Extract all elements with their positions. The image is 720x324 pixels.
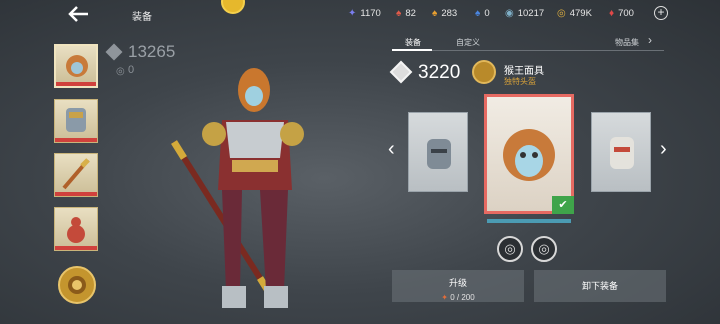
slot-helmet[interactable] (54, 44, 98, 88)
upgrade-cost-value: 0 / 200 (450, 293, 475, 302)
add-currency-button[interactable]: + (654, 6, 668, 20)
swirl-icon: ◎ (116, 66, 125, 77)
power-diamond-icon (105, 43, 123, 61)
power-diamond-icon (389, 60, 413, 84)
chevron-right-icon[interactable]: › (648, 33, 652, 47)
resource-swirl-coin[interactable]: ◉ 10217 (505, 8, 544, 19)
tab-equipment[interactable]: 装备 (405, 37, 421, 48)
resource-gold-coin[interactable]: ◎ 479K (557, 8, 592, 19)
resource-value: 479K (569, 8, 592, 19)
blue-star-icon: ✦ (348, 7, 357, 19)
back-arrow-icon[interactable] (66, 4, 90, 24)
resource-value: 10217 (517, 8, 545, 19)
lion-emblem-icon[interactable] (58, 266, 96, 304)
resource-value: 0 (484, 8, 490, 19)
monkey-king-mask-icon (503, 129, 555, 181)
lion-badge-icon (472, 60, 496, 84)
resource-value: 82 (405, 8, 416, 19)
tab-active-indicator (392, 49, 432, 51)
resource-value: 1170 (360, 8, 381, 19)
armor-icon (66, 108, 86, 132)
gourd-icon (67, 217, 85, 243)
ember-icon: ✦ (441, 293, 448, 302)
unequip-button[interactable]: 卸下装备 (534, 270, 666, 302)
equipped-check-icon: ✔ (552, 196, 574, 214)
character-model[interactable] (160, 58, 310, 320)
resource-blue-flame[interactable]: ♠ 0 (475, 8, 490, 19)
gold-coin-icon: ◎ (557, 7, 566, 19)
page-title: 装备 (132, 12, 152, 23)
perk-swirl-icon[interactable]: ◎ (531, 236, 557, 262)
monkey-mask-icon (66, 55, 88, 77)
upgrade-button[interactable]: 升级 ✦ 0 / 200 (392, 270, 524, 302)
swirl-coin-icon: ◉ (505, 7, 514, 19)
item-rarity: 独特头盔 (504, 77, 536, 86)
resource-value: 283 (441, 8, 458, 19)
resource-red-gem[interactable]: ♦ 700 (609, 8, 634, 19)
resource-blue-star[interactable]: ✦ 1170 (348, 8, 381, 19)
item-name: 猴王面具 (504, 66, 544, 77)
upgrade-cost: ✦ 0 / 200 (392, 293, 524, 302)
item-card-prev[interactable] (408, 112, 468, 192)
orange-flame-icon: ♠ (432, 7, 438, 19)
slot-armor[interactable] (54, 99, 98, 143)
tab-customize[interactable]: 自定义 (456, 37, 480, 48)
upgrade-label: 升级 (448, 278, 467, 288)
red-flame-icon: ♠ (396, 7, 402, 19)
red-gem-icon: ♦ (609, 7, 615, 19)
slot-ranged[interactable] (54, 207, 98, 251)
tab-divider (392, 50, 664, 51)
chevron-left-icon[interactable]: ‹ (388, 138, 395, 161)
resource-red-flame[interactable]: ♠ 82 (396, 8, 416, 19)
selection-bar (487, 219, 571, 223)
sub-power: 0 (128, 64, 135, 76)
chevron-right-icon[interactable]: › (660, 138, 667, 161)
item-card-next[interactable] (591, 112, 651, 192)
perk-swirl-icon[interactable]: ◎ (497, 236, 523, 262)
blue-flame-icon: ♠ (475, 7, 481, 19)
resource-value: 700 (618, 8, 634, 19)
steel-helmet-icon (427, 139, 451, 169)
tab-item-sets[interactable]: 物品集 (615, 37, 639, 48)
item-card-selected[interactable]: ✔ (484, 94, 574, 223)
item-power: 3220 (418, 62, 461, 83)
resource-orange-flame[interactable]: ♠ 283 (432, 8, 457, 19)
white-helmet-icon (610, 137, 634, 169)
staff-icon (62, 158, 90, 190)
slot-weapon[interactable] (54, 153, 98, 197)
